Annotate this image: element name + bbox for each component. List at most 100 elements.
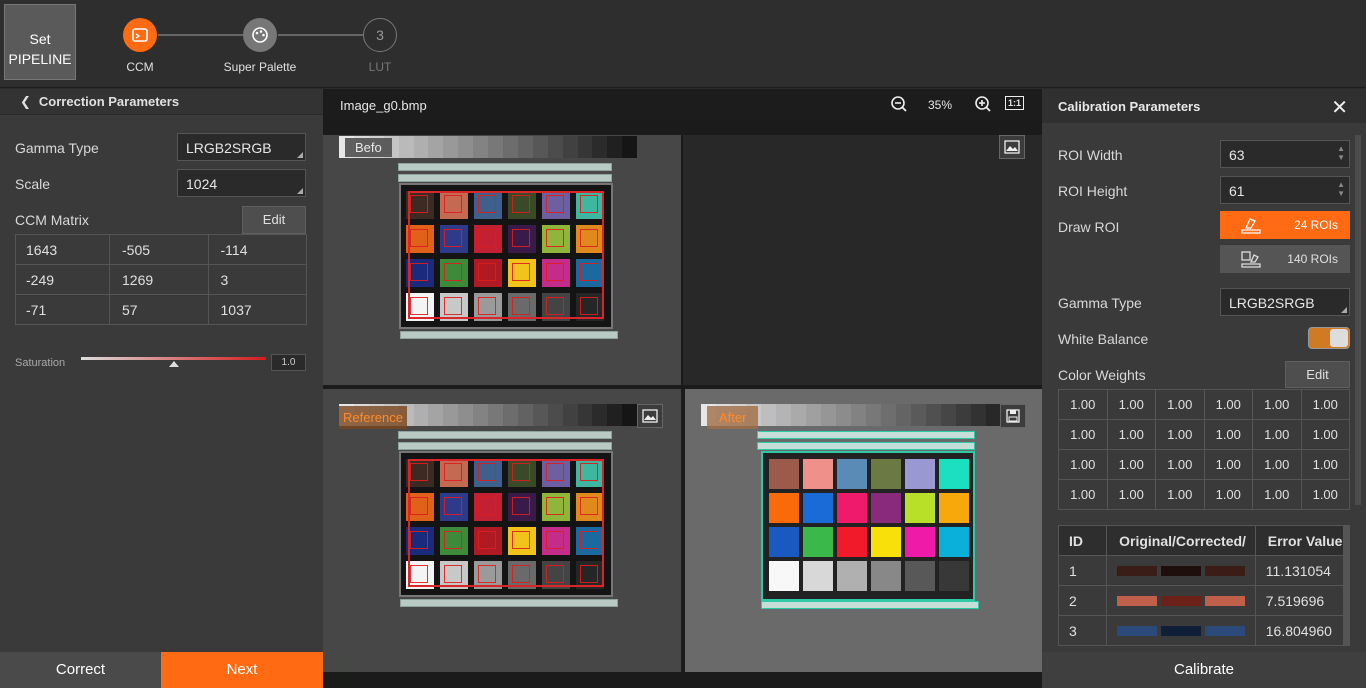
table-row[interactable]: 1 11.131054 (1057, 555, 1351, 586)
correction-header[interactable]: ❮ Correction Parameters (0, 89, 323, 115)
result-id: 2 (1057, 585, 1108, 616)
gray-step (941, 404, 956, 426)
weight-cell[interactable]: 1.00 (1058, 449, 1108, 480)
set-pipeline-button[interactable]: Set PIPELINE (4, 4, 76, 80)
roi-height-label: ROI Height (1058, 183, 1128, 199)
gray-step (607, 136, 623, 158)
step-super-palette[interactable]: Super Palette (215, 18, 305, 74)
ccm-cell[interactable]: -114 (207, 234, 307, 265)
table-row[interactable]: 3 16.804960 (1057, 615, 1351, 646)
zoom-in-icon[interactable] (974, 95, 992, 116)
white-balance-toggle[interactable] (1308, 327, 1350, 349)
ccm-cell[interactable]: 1269 (109, 264, 209, 295)
after-view[interactable]: After (685, 389, 1042, 672)
saturation-value[interactable]: 1.0 (271, 354, 306, 371)
weight-cell[interactable]: 1.00 (1106, 449, 1156, 480)
gamma-type-select[interactable]: LRGB2SRGB (177, 133, 306, 161)
gray-step (592, 404, 608, 426)
saturation-handle[interactable] (168, 361, 179, 367)
step-lut[interactable]: 3 LUT (350, 18, 410, 74)
toggle-knob (1330, 329, 1348, 347)
white-balance-label: White Balance (1058, 331, 1149, 347)
table-scrollbar[interactable] (1343, 525, 1349, 645)
actual-size-button[interactable]: 1:1 (1005, 96, 1025, 110)
step-ccm[interactable]: CCM (110, 18, 170, 74)
gray-step (791, 404, 806, 426)
gray-step (398, 136, 414, 158)
reference-view[interactable]: Reference (323, 389, 681, 672)
weight-cell[interactable]: 1.00 (1203, 479, 1253, 510)
color-swatch (1205, 565, 1246, 576)
roi-140-button[interactable]: 140 ROIs (1220, 245, 1350, 273)
weight-cell[interactable]: 1.00 (1106, 419, 1156, 450)
panel-title: Correction Parameters (38, 94, 180, 109)
ccm-cell[interactable]: -71 (14, 294, 111, 325)
ccm-cell[interactable]: 1643 (14, 234, 111, 265)
save-icon[interactable] (1000, 404, 1026, 428)
spinner-arrows-icon[interactable]: ▲ ▼ (1337, 144, 1345, 162)
ccm-cell[interactable]: 3 (207, 264, 307, 295)
weight-cell[interactable]: 1.00 (1252, 389, 1302, 420)
results-header-cell[interactable]: Original/Corrected/ (1106, 525, 1256, 556)
gray-step (926, 404, 941, 426)
weight-cell[interactable]: 1.00 (1300, 419, 1350, 450)
color-patch (769, 459, 799, 489)
weight-cell[interactable]: 1.00 (1203, 449, 1253, 480)
results-header-cell[interactable]: Error Value (1254, 525, 1351, 556)
scrollbar[interactable] (1355, 135, 1361, 505)
roi-width-label: ROI Width (1058, 147, 1123, 163)
results-table: ID Original/Corrected/Error Value 1 11.1310… (1057, 525, 1351, 646)
roi-24-button[interactable]: 24 ROIs (1220, 211, 1350, 239)
weights-edit-button[interactable]: Edit (1285, 361, 1350, 388)
roi-width-input[interactable]: 63 ▲ ▼ (1220, 140, 1350, 168)
scale-input[interactable]: 1024 (177, 169, 306, 197)
ccm-cell[interactable]: -249 (14, 264, 111, 295)
weight-cell[interactable]: 1.00 (1058, 389, 1108, 420)
weight-cell[interactable]: 1.00 (1058, 479, 1108, 510)
roi-height-input[interactable]: 61 ▲ ▼ (1220, 176, 1350, 204)
color-patch (871, 459, 901, 489)
table-row[interactable]: 2 7.519696 (1057, 585, 1351, 616)
weight-cell[interactable]: 1.00 (1106, 389, 1156, 420)
chevron-left-icon[interactable]: ❮ (20, 94, 31, 110)
dropdown-corner-icon (297, 188, 303, 194)
close-icon[interactable]: ✕ (1331, 95, 1348, 120)
weight-cell[interactable]: 1.00 (1155, 449, 1205, 480)
image-icon[interactable] (999, 135, 1025, 159)
before-view[interactable]: Befo (323, 135, 681, 385)
weight-cell[interactable]: 1.00 (1300, 479, 1350, 510)
weight-cell[interactable]: 1.00 (1203, 389, 1253, 420)
weight-cell[interactable]: 1.00 (1155, 479, 1205, 510)
ccm-edit-button[interactable]: Edit (242, 206, 306, 234)
weight-cell[interactable]: 1.00 (1252, 419, 1302, 450)
gray-step (532, 404, 548, 426)
spinner-arrows-icon[interactable]: ▲ ▼ (1337, 180, 1345, 198)
ccm-cell[interactable]: 1037 (207, 294, 307, 325)
saturation-slider[interactable] (81, 357, 266, 367)
calibrate-button[interactable]: Calibrate (1042, 652, 1366, 688)
results-header-cell[interactable]: ID (1057, 525, 1108, 556)
color-checker-after (761, 451, 975, 601)
ccm-cell[interactable]: 57 (109, 294, 209, 325)
correct-button[interactable]: Correct (0, 652, 161, 688)
color-patch (871, 493, 901, 523)
weight-cell[interactable]: 1.00 (1106, 479, 1156, 510)
weight-cell[interactable]: 1.00 (1300, 389, 1350, 420)
weight-cell[interactable]: 1.00 (1252, 449, 1302, 480)
color-patch (803, 561, 833, 591)
gamma-type-select[interactable]: LRGB2SRGB (1220, 288, 1350, 316)
color-patch (837, 459, 867, 489)
weight-cell[interactable]: 1.00 (1155, 419, 1205, 450)
weight-cell[interactable]: 1.00 (1203, 419, 1253, 450)
image-icon[interactable] (637, 404, 663, 428)
next-button[interactable]: Next (161, 652, 323, 688)
dropdown-corner-icon (297, 152, 303, 158)
weight-cell[interactable]: 1.00 (1252, 479, 1302, 510)
weight-cell[interactable]: 1.00 (1155, 389, 1205, 420)
step-label-lut: LUT (368, 60, 392, 74)
zoom-out-icon[interactable] (890, 95, 908, 116)
weight-cell[interactable]: 1.00 (1300, 449, 1350, 480)
ccm-cell[interactable]: -505 (109, 234, 209, 265)
gray-step (562, 404, 578, 426)
weight-cell[interactable]: 1.00 (1058, 419, 1108, 450)
